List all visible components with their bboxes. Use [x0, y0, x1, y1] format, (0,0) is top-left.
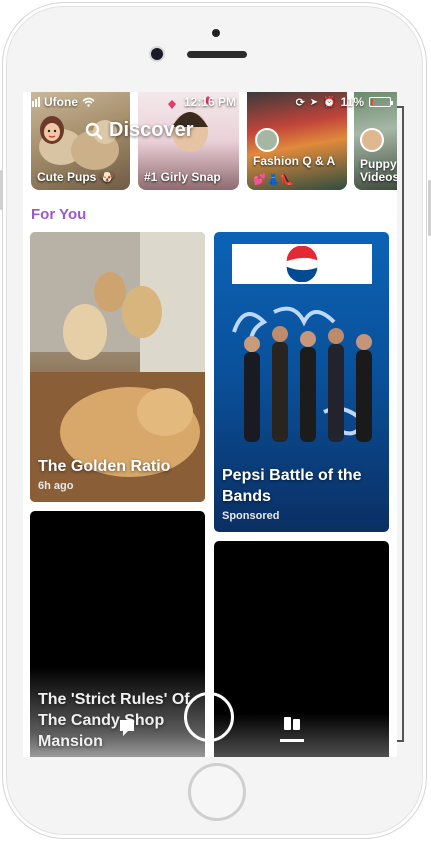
card-title: The Golden Ratio — [38, 458, 171, 475]
proximity-sensor — [212, 29, 220, 37]
page-title: Discover — [109, 119, 194, 141]
fashion-emojis: 💕👗👠 — [253, 174, 295, 186]
earpiece-speaker — [187, 51, 247, 58]
capture-button[interactable] — [184, 692, 234, 742]
app-screen: Cute Pups 🐶 #1 Girly Snap Fashion Q & A … — [23, 92, 397, 757]
story-label: Cute Pups 🐶 — [37, 170, 115, 184]
battle-of-bands-artwork — [232, 306, 372, 442]
alarm-icon: ⏰ — [323, 96, 336, 108]
pepsi-logo-banner — [232, 244, 372, 284]
story-label: #1 Girly Snap — [144, 170, 221, 184]
battery-icon — [369, 97, 393, 107]
story-label: Fashion Q & A — [253, 154, 336, 168]
channel-avatar — [255, 128, 279, 152]
status-bar: Ufone 12:16 PM ⟳ ➤ ⏰ 11% — [23, 92, 397, 112]
card-timestamp: 6h ago — [38, 480, 74, 492]
stories-icon[interactable] — [280, 715, 304, 745]
section-title: For You — [31, 206, 87, 223]
search-icon[interactable] — [85, 122, 103, 140]
home-button[interactable] — [188, 763, 246, 821]
sponsored-label: Sponsored — [222, 510, 280, 522]
battery-percent: 11% — [340, 95, 364, 109]
story-card-golden-ratio[interactable]: The Golden Ratio 6h ago — [30, 232, 205, 502]
story-card-pepsi[interactable]: Pepsi Battle of the Bands Sponsored — [214, 232, 389, 532]
rotation-lock-icon: ⟳ — [295, 96, 305, 109]
pepsi-logo — [286, 246, 318, 282]
story-card-candy-shop[interactable]: The 'Strict Rules' Of The Candy Shop Man… — [30, 511, 205, 757]
story-label: Puppy Videos — [360, 157, 397, 184]
bitmoji-avatar[interactable] — [37, 114, 67, 148]
chat-icon[interactable] — [119, 719, 135, 737]
card-title: Pepsi Battle of the Bands — [222, 467, 362, 505]
discover-header[interactable]: Discover — [85, 119, 194, 142]
card-title: The 'Strict Rules' Of The Candy Shop Man… — [38, 691, 190, 750]
front-camera — [151, 48, 163, 60]
location-icon: ➤ — [309, 96, 319, 108]
volume-button — [0, 170, 3, 210]
channel-avatar — [360, 128, 384, 152]
